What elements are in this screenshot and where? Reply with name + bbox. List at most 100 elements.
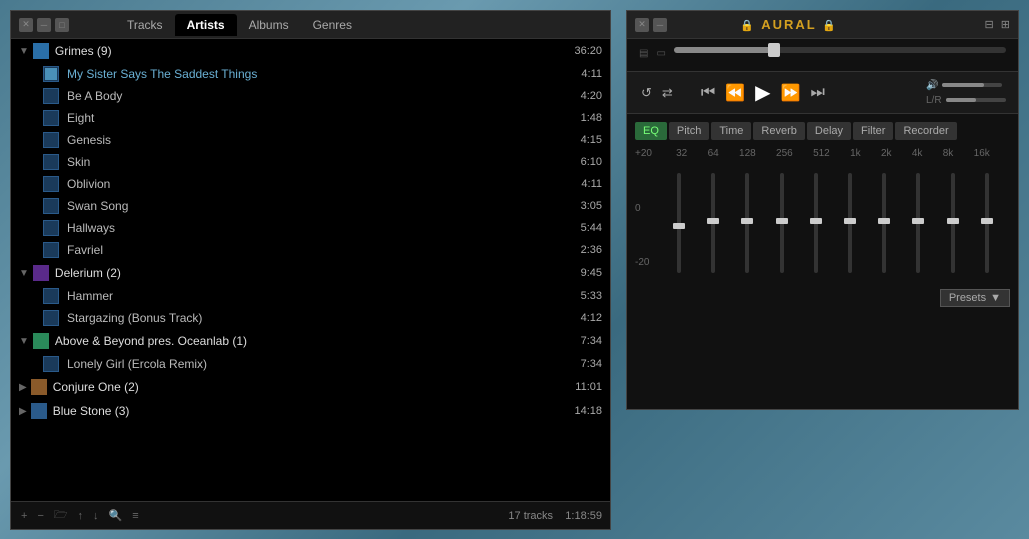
eq-slider-thumb-8[interactable] [947,218,959,224]
artist-duration: 7:34 [581,335,602,347]
presets-button[interactable]: Presets ▼ [940,289,1010,307]
eq-tab-recorder[interactable]: Recorder [895,122,956,140]
track-row[interactable]: Swan Song3:05 [11,195,610,217]
eq-slider-thumb-6[interactable] [878,218,890,224]
eq-slider-track-6[interactable] [882,173,886,273]
artist-row-4[interactable]: ▶Blue Stone (3)14:18 [11,399,610,423]
eq-slider-track-5[interactable] [848,173,852,273]
eq-slider-track-1[interactable] [711,173,715,273]
track-row[interactable]: Skin6:10 [11,151,610,173]
eq-tab-reverb[interactable]: Reverb [753,122,804,140]
play-btn[interactable]: ▶ [753,78,772,107]
artist-row-1[interactable]: ▼Delerium (2)9:45 [11,261,610,285]
eq-slider-thumb-4[interactable] [810,218,822,224]
eq-slider-thumb-9[interactable] [981,218,993,224]
player-close[interactable]: ✕ [635,18,649,32]
eq-slider-track-4[interactable] [814,173,818,273]
track-row[interactable]: Genesis 4:15 [11,129,610,151]
track-duration: 4:20 [581,90,602,102]
track-row[interactable]: Be A Body 4:20 [11,85,610,107]
search-icon[interactable]: 🔍 [107,507,125,524]
settings-icon[interactable]: ≡ [130,508,140,524]
artist-row-3[interactable]: ▶Conjure One (2)11:01 [11,375,610,399]
player-minimize[interactable]: ─ [653,18,667,32]
track-duration: 4:15 [581,134,602,146]
track-duration: 1:48 [581,112,602,124]
prev-btn[interactable]: ⏮ [699,82,717,104]
next-btn[interactable]: ⏭ [808,82,826,104]
folder-icon[interactable]: 🗁 [52,504,70,527]
eq-slider-col-3 [767,163,797,283]
window-controls: ✕ ─ □ [19,18,69,32]
track-row[interactable]: Stargazing (Bonus Track)4:12 [11,307,610,329]
rewind-btn[interactable]: ⏪ [723,81,747,105]
db-zero: 0 [635,203,652,214]
progress-bar[interactable] [674,47,1006,53]
eq-tab-time[interactable]: Time [711,122,751,140]
eq-slider-track-2[interactable] [745,173,749,273]
eq-tab-filter[interactable]: Filter [853,122,893,140]
volume-slider[interactable] [942,83,1002,87]
eq-slider-thumb-7[interactable] [912,218,924,224]
tab-albums[interactable]: Albums [237,14,301,36]
track-duration: 2:36 [581,244,602,256]
eq-tab-pitch[interactable]: Pitch [669,122,709,140]
volume-container: 🔊 L/R [926,80,1006,106]
add-icon[interactable]: + [19,508,29,524]
win-close[interactable]: ✕ [19,18,33,32]
balance-slider[interactable] [946,98,1006,102]
tab-artists[interactable]: Artists [175,14,237,36]
track-count-info: 17 tracks 1:18:59 [508,510,602,522]
eq-slider-track-0[interactable] [677,173,681,273]
track-row[interactable]: Hammer5:33 [11,285,610,307]
eq-slider-track-8[interactable] [951,173,955,273]
eq-slider-track-3[interactable] [780,173,784,273]
eq-tab-eq[interactable]: EQ [635,122,667,140]
progress-thumb[interactable] [768,43,780,57]
eq-slider-thumb-0[interactable] [673,223,685,229]
eq-slider-thumb-1[interactable] [707,218,719,224]
remove-icon[interactable]: − [35,508,45,524]
track-name: Swan Song [67,199,573,213]
artist-name: Delerium (2) [55,266,573,280]
track-thumb [43,288,59,304]
track-row[interactable]: Lonely Girl (Ercola Remix)7:34 [11,353,610,375]
track-name: Lonely Girl (Ercola Remix) [67,357,573,371]
eq-tab-delay[interactable]: Delay [807,122,851,140]
track-row[interactable]: My Sister Says The Saddest Things4:11 [11,63,610,85]
eq-slider-thumb-2[interactable] [741,218,753,224]
repeat-btn[interactable]: ↺ [639,83,654,103]
freq-label-32: 32 [676,148,687,159]
artist-row-2[interactable]: ▼Above & Beyond pres. Oceanlab (1)7:34 [11,329,610,353]
track-duration: 5:33 [581,290,602,302]
track-thumb-img [45,112,57,124]
eq-slider-track-7[interactable] [916,173,920,273]
eq-slider-thumb-3[interactable] [776,218,788,224]
track-row[interactable]: Oblivion4:11 [11,173,610,195]
artist-row-0[interactable]: ▼Grimes (9)36:20 [11,39,610,63]
player-icon2[interactable]: ⊞ [1001,19,1010,31]
track-row[interactable]: Eight1:48 [11,107,610,129]
win-minimize[interactable]: ─ [37,18,51,32]
freq-label-8k: 8k [943,148,954,159]
player-icon1[interactable]: ⊟ [984,19,993,31]
track-row[interactable]: Hallways5:44 [11,217,610,239]
tab-genres[interactable]: Genres [301,14,364,36]
eq-slider-thumb-5[interactable] [844,218,856,224]
artist-icon [31,379,47,395]
move-up-icon[interactable]: ↑ [76,508,86,524]
track-row[interactable]: Favriel2:36 [11,239,610,261]
progress-fill [674,47,774,53]
track-name: Be A Body [67,89,573,103]
artist-icon [33,43,49,59]
freq-label-16k: 16k [974,148,990,159]
win-maximize[interactable]: □ [55,18,69,32]
track-list[interactable]: ▼Grimes (9)36:20My Sister Says The Sadde… [11,39,610,501]
shuffle-btn[interactable]: ⇄ [660,83,675,103]
fast-forward-btn[interactable]: ⏩ [779,81,803,105]
track-name: Genesis [67,133,573,147]
tab-tracks[interactable]: Tracks [115,14,175,36]
move-down-icon[interactable]: ↓ [91,508,101,524]
expand-arrow: ▶ [19,382,27,393]
eq-slider-track-9[interactable] [985,173,989,273]
